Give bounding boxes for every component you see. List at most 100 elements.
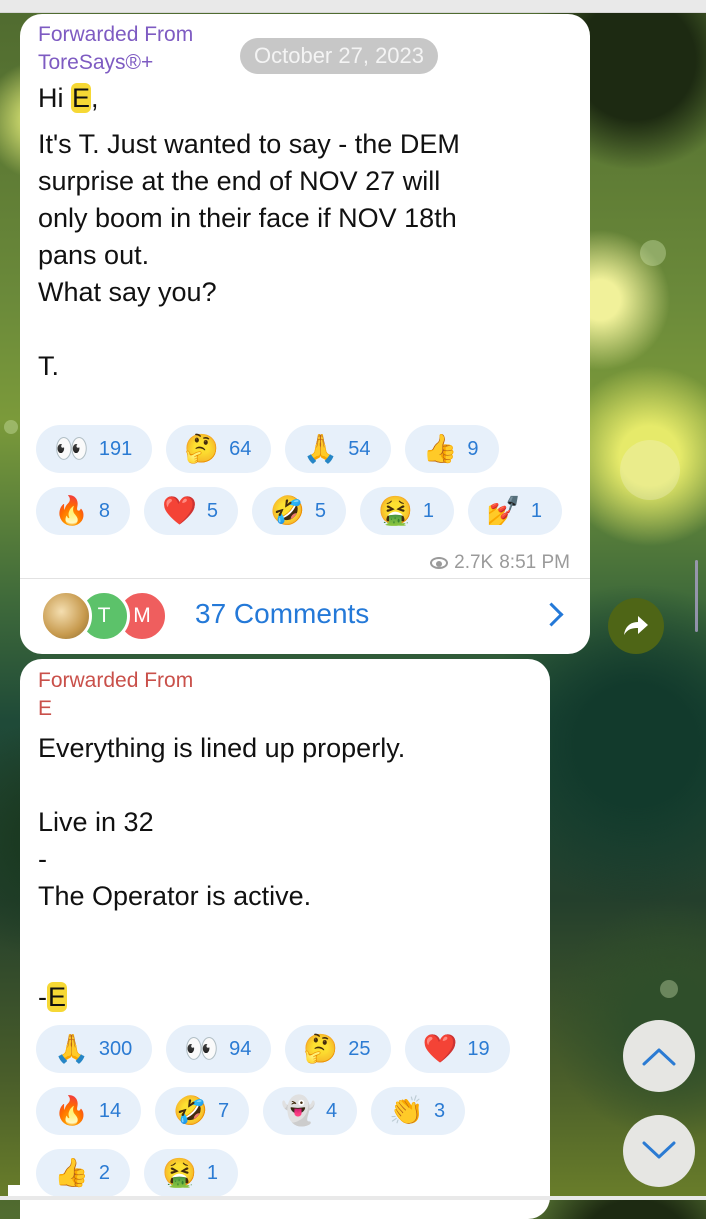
forwarded-from-source[interactable]: ToreSays®+: [38, 50, 153, 76]
reactions-row: 🔥 14 🤣 7 👻 4 👏 3: [36, 1087, 510, 1135]
view-count: 2.7K: [454, 552, 494, 573]
reaction-chip[interactable]: 🔥 14: [36, 1087, 142, 1135]
reaction-count: 19: [467, 1037, 490, 1060]
reactions-row: 🙏 300 👀 94 🤔 25 ❤️ 19: [36, 1025, 510, 1073]
reactions-bar: 👀 191 🤔 64 🙏 54 👍 9 🔥 8 ❤️ 5 🤣 5 🤮 1 💅 1: [36, 425, 562, 535]
reaction-count: 300: [98, 1037, 133, 1060]
reactions-row: 👀 191 🤔 64 🙏 54 👍 9: [36, 425, 562, 473]
reaction-chip[interactable]: 👍 2: [36, 1149, 130, 1197]
reactions-bar: 🙏 300 👀 94 🤔 25 ❤️ 19 🔥 14 🤣 7 👻 4 👏 3 👍 2 🤮 1: [36, 1025, 510, 1197]
reaction-count: 5: [314, 499, 326, 522]
greeting-punctuation: ,: [91, 83, 99, 113]
reaction-count: 5: [206, 499, 218, 522]
rolling-laughing-emoji-icon: 🤣: [173, 1094, 208, 1127]
thumbs-up-emoji-icon: 👍: [54, 1156, 89, 1189]
chevron-up-icon: [642, 1048, 676, 1066]
reaction-count: 2: [98, 1161, 110, 1184]
reaction-chip[interactable]: 🙏 54: [285, 425, 391, 473]
reaction-count: 4: [326, 1099, 338, 1122]
reaction-chip[interactable]: 🤣 5: [252, 487, 346, 535]
forwarded-from-source[interactable]: E: [38, 696, 52, 722]
reaction-count: 25: [348, 1037, 371, 1060]
highlighted-mention: E: [71, 83, 92, 113]
fire-emoji-icon: 🔥: [54, 1094, 89, 1127]
red-heart-emoji-icon: ❤️: [422, 1032, 458, 1065]
comments-count-label: 37 Comments: [195, 598, 370, 629]
chevron-down-icon: [642, 1141, 676, 1159]
forwarded-label: Forwarded From: [38, 669, 194, 692]
reaction-chip[interactable]: 👀 94: [166, 1025, 272, 1073]
scroll-up-button[interactable]: [623, 1020, 695, 1092]
thinking-face-emoji-icon: 🤔: [303, 1032, 339, 1065]
reaction-count: 8: [98, 499, 110, 522]
eyes-emoji-icon: 👀: [54, 432, 89, 465]
reaction-chip[interactable]: 🤣 7: [155, 1087, 250, 1135]
date-pill: October 27, 2023: [240, 38, 439, 74]
reaction-chip[interactable]: ❤️ 5: [144, 487, 238, 535]
vomiting-face-emoji-icon: 🤮: [378, 494, 413, 527]
reaction-chip[interactable]: 🤮 1: [144, 1149, 238, 1197]
reaction-count: 9: [467, 437, 479, 460]
message-body: It's T. Just wanted to say - the DEM sur…: [38, 129, 460, 381]
reaction-chip[interactable]: 👏 3: [371, 1087, 466, 1135]
reaction-count: 3: [434, 1099, 446, 1122]
reactions-row: 🔥 8 ❤️ 5 🤣 5 🤮 1 💅 1: [36, 487, 562, 535]
reaction-count: 1: [422, 499, 434, 522]
highlighted-mention: E: [47, 982, 68, 1012]
clapping-hands-emoji-icon: 👏: [389, 1094, 424, 1127]
fire-emoji-icon: 🔥: [54, 494, 89, 527]
comments-button[interactable]: T M 37 Comments: [20, 579, 590, 654]
reaction-chip[interactable]: 🤔 25: [285, 1025, 391, 1073]
rolling-laughing-emoji-icon: 🤣: [270, 494, 305, 527]
folded-hands-emoji-icon: 🙏: [54, 1032, 89, 1065]
background-bokeh: [4, 420, 18, 434]
reaction-count: 64: [229, 437, 252, 460]
message-body: Everything is lined up properly. Live in…: [38, 733, 406, 911]
thinking-face-emoji-icon: 🤔: [184, 432, 220, 465]
nail-polish-emoji-icon: 💅: [486, 494, 521, 527]
vomiting-face-emoji-icon: 🤮: [162, 1156, 197, 1189]
top-status-strip: [0, 0, 706, 13]
eyes-emoji-icon: 👀: [184, 1032, 220, 1065]
reaction-count: 1: [530, 499, 542, 522]
reaction-count: 191: [98, 437, 133, 460]
channel-message[interactable]: Forwarded From E Everything is lined up …: [20, 659, 550, 1219]
folded-hands-emoji-icon: 🙏: [303, 432, 339, 465]
message-signature: -E: [38, 979, 68, 1016]
message-greeting: Hi E,: [38, 80, 99, 117]
channel-message[interactable]: Forwarded From ToreSays®+ October 27, 20…: [20, 14, 590, 654]
reaction-chip[interactable]: 💅 1: [468, 487, 562, 535]
background-bokeh: [640, 240, 666, 266]
commenter-avatar: [40, 590, 92, 642]
reaction-count: 14: [98, 1099, 122, 1122]
ghost-emoji-icon: 👻: [281, 1094, 316, 1127]
background-bokeh: [660, 980, 678, 998]
reaction-chip[interactable]: ❤️ 19: [404, 1025, 510, 1073]
thumbs-up-emoji-icon: 👍: [422, 432, 458, 465]
reaction-chip[interactable]: 🙏 300: [36, 1025, 153, 1073]
reaction-count: 1: [206, 1161, 218, 1184]
greeting-text: Hi: [38, 83, 71, 113]
reaction-chip[interactable]: 🤔 64: [166, 425, 272, 473]
forwarded-label: Forwarded From: [38, 23, 194, 46]
reaction-count: 54: [348, 437, 371, 460]
bottom-edge: [0, 1196, 706, 1200]
reaction-chip[interactable]: 🤮 1: [360, 487, 454, 535]
reaction-chip[interactable]: 👍 9: [404, 425, 499, 473]
views-eye-icon: [430, 557, 449, 569]
background-bokeh: [620, 440, 680, 500]
message-meta: 2.7K 8:51 PM: [430, 552, 570, 574]
red-heart-emoji-icon: ❤️: [162, 494, 197, 527]
reactions-row: 👍 2 🤮 1: [36, 1149, 510, 1197]
share-arrow-icon: [624, 616, 648, 635]
scroll-down-button[interactable]: [623, 1115, 695, 1187]
chevron-right-icon: [539, 602, 564, 627]
share-button[interactable]: [608, 598, 664, 654]
scroll-indicator[interactable]: [695, 560, 698, 632]
signature-dash: -: [38, 982, 47, 1012]
message-time: 8:51 PM: [499, 552, 570, 573]
reaction-chip[interactable]: 👀 191: [36, 425, 153, 473]
reaction-chip[interactable]: 🔥 8: [36, 487, 130, 535]
reaction-chip[interactable]: 👻 4: [263, 1087, 358, 1135]
reaction-count: 94: [229, 1037, 252, 1060]
